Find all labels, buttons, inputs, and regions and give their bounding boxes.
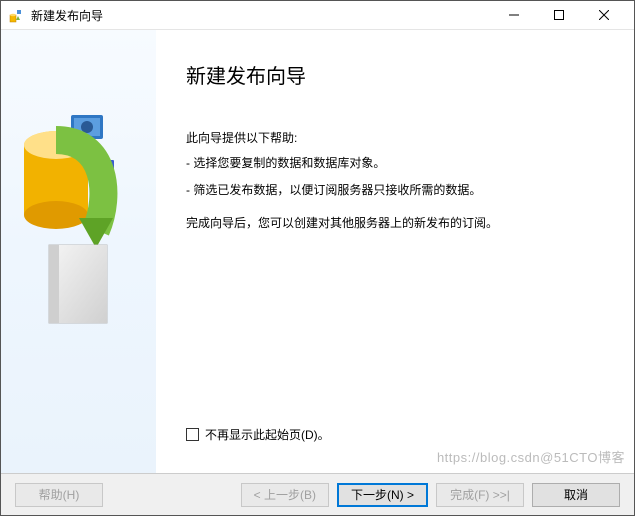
finish-button: 完成(F) >>|	[436, 483, 524, 507]
main-content: 新建发布向导 此向导提供以下帮助: - 选择您要复制的数据和数据库对象。 - 筛…	[156, 30, 634, 473]
window-controls	[491, 1, 626, 29]
next-button[interactable]: 下一步(N) >	[337, 483, 428, 507]
app-icon	[9, 7, 25, 23]
wizard-window: 新建发布向导	[0, 0, 635, 516]
back-button: < 上一步(B)	[241, 483, 329, 507]
intro-text: 此向导提供以下帮助:	[186, 129, 604, 146]
help-button[interactable]: 帮助(H)	[15, 483, 103, 507]
content-area: 新建发布向导 此向导提供以下帮助: - 选择您要复制的数据和数据库对象。 - 筛…	[1, 30, 634, 473]
titlebar: 新建发布向导	[1, 1, 634, 30]
window-title: 新建发布向导	[31, 7, 103, 24]
bullet-1: - 选择您要复制的数据和数据库对象。	[186, 154, 604, 173]
skip-start-page-row: 不再显示此起始页(D)。	[186, 426, 604, 443]
cancel-button[interactable]: 取消	[532, 483, 620, 507]
close-button[interactable]	[581, 1, 626, 29]
maximize-button[interactable]	[536, 1, 581, 29]
footer-buttons: 帮助(H) < 上一步(B) 下一步(N) > 完成(F) >>| 取消	[1, 473, 634, 515]
bullet-2: - 筛选已发布数据，以便订阅服务器只接收所需的数据。	[186, 181, 604, 200]
page-heading: 新建发布向导	[186, 60, 604, 89]
wizard-sidebar-image	[1, 30, 156, 473]
conclusion-text: 完成向导后，您可以创建对其他服务器上的新发布的订阅。	[186, 214, 604, 233]
skip-start-page-checkbox[interactable]	[186, 428, 199, 441]
skip-start-page-label: 不再显示此起始页(D)。	[205, 426, 330, 443]
minimize-button[interactable]	[491, 1, 536, 29]
